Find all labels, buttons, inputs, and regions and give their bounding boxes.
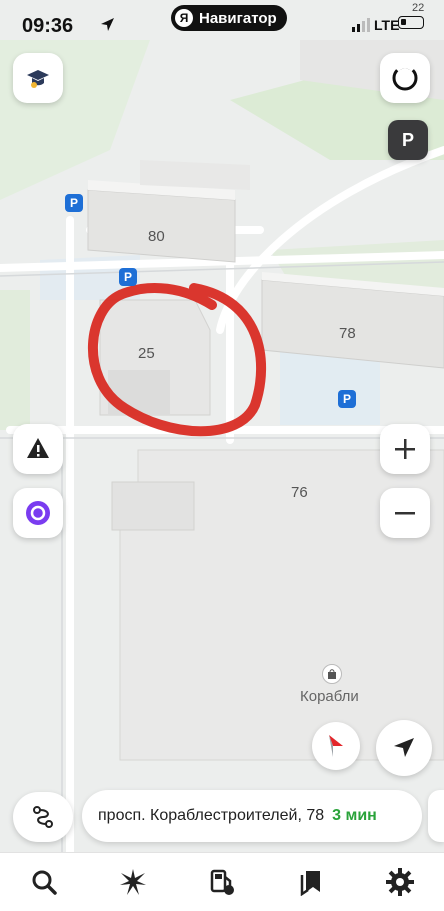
route-icon — [33, 806, 53, 828]
poi-marker[interactable] — [322, 664, 342, 684]
building-label-76: 76 — [291, 484, 308, 501]
building-label-80: 80 — [148, 228, 165, 245]
yandex-logo-icon: Я — [175, 9, 193, 27]
shopping-bag-icon — [328, 669, 336, 679]
map-canvas[interactable] — [0, 0, 444, 910]
bottom-navigation — [0, 852, 444, 911]
network-type: LTE — [374, 17, 400, 33]
my-location-button[interactable] — [376, 720, 432, 776]
compass-needle-icon — [329, 735, 343, 757]
app-name: Навигатор — [199, 9, 277, 27]
navigation-arrow-icon — [394, 738, 414, 757]
parking-pin[interactable]: P — [119, 268, 137, 286]
explore-icon — [120, 869, 147, 895]
building-label-25: 25 — [138, 345, 155, 362]
alice-assistant-button[interactable] — [13, 488, 63, 538]
nav-settings-button[interactable] — [382, 864, 418, 900]
status-bar: 09:36 Я Навигатор LTE 22 — [0, 0, 444, 44]
fuel-icon — [210, 869, 234, 895]
bookmarks-icon — [300, 871, 320, 896]
side-panel-edge[interactable] — [428, 790, 444, 842]
location-arrow-icon — [101, 18, 114, 31]
nav-fuel-button[interactable] — [204, 864, 240, 900]
parking-pin[interactable]: P — [338, 390, 356, 408]
status-time: 09:36 — [22, 15, 74, 37]
search-icon — [32, 870, 58, 895]
battery-icon — [398, 16, 424, 29]
parking-layer-label: P — [401, 129, 414, 150]
nav-explore-button[interactable] — [115, 864, 151, 900]
minus-icon — [395, 512, 415, 515]
zoom-in-button[interactable] — [380, 424, 430, 474]
parking-layer-button[interactable]: P — [388, 120, 428, 160]
zoom-out-button[interactable] — [380, 488, 430, 538]
back-to-app-chip[interactable]: Я Навигатор — [171, 5, 287, 31]
battery-percent: 22 — [412, 2, 425, 14]
nav-search-button[interactable] — [26, 864, 62, 900]
route-summary[interactable]: просп. Кораблестроителей, 78 3 мин — [82, 790, 422, 842]
warning-triangle-icon — [27, 438, 49, 458]
poi-label: Корабли — [300, 688, 359, 705]
plus-icon — [395, 439, 415, 459]
alice-icon — [26, 501, 50, 525]
learner-mode-button[interactable] — [13, 53, 63, 103]
nav-bookmarks-button[interactable] — [293, 864, 329, 900]
graduation-cap-icon — [27, 70, 49, 88]
settings-icon — [385, 868, 414, 896]
compass-button[interactable] — [312, 722, 360, 770]
signal-icon — [352, 18, 370, 32]
route-eta: 3 мин — [332, 807, 377, 824]
report-event-button[interactable] — [13, 424, 63, 474]
parking-pin[interactable]: P — [65, 194, 83, 212]
route-options-button[interactable] — [13, 792, 73, 842]
map-style-button[interactable] — [380, 53, 430, 103]
building-label-78: 78 — [339, 325, 356, 342]
route-address: просп. Кораблестроителей, 78 — [98, 807, 325, 824]
compass-mode-icon — [392, 64, 418, 91]
